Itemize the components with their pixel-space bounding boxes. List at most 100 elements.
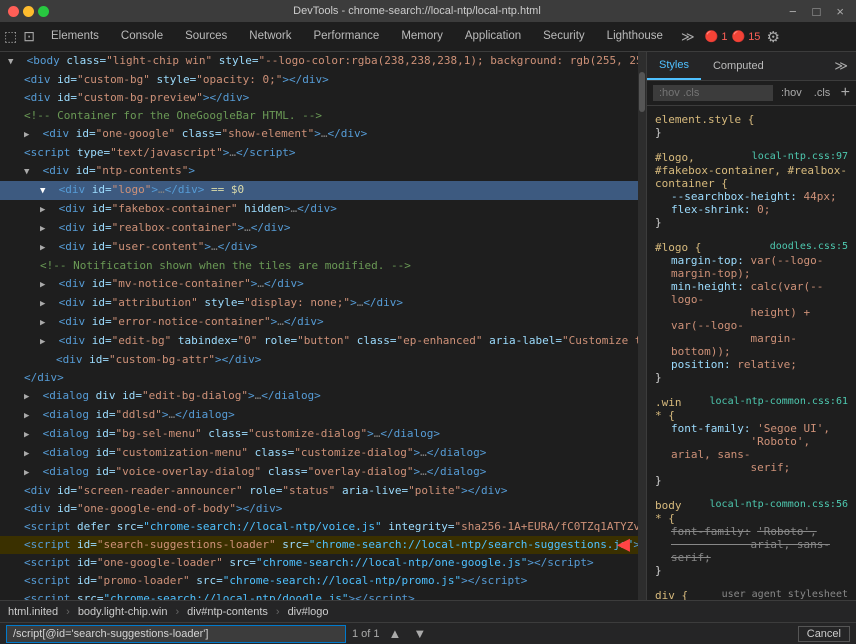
breadcrumb-body[interactable]: body.light-chip.win [78, 606, 168, 618]
code-line-23[interactable]: ▶ <dialog id="voice-overlay-dialog" clas… [0, 463, 638, 482]
code-line-21[interactable]: ▶ <dialog id="bg-sel-menu" class="custom… [0, 425, 638, 444]
code-scrollbar[interactable] [638, 52, 646, 600]
expand-arrow[interactable]: ▶ [40, 296, 52, 312]
code-line-4[interactable]: <!-- Container for the OneGoogleBar HTML… [0, 107, 638, 125]
expand-arrow[interactable]: ▼ [40, 183, 52, 199]
expand-arrow[interactable]: ▶ [24, 465, 36, 481]
scroll-thumb[interactable] [639, 72, 645, 112]
style-close: } [655, 126, 848, 139]
code-line-19[interactable]: ▶ <dialog div id="edit-bg-dialog">…</dia… [0, 387, 638, 406]
expand-arrow[interactable]: ▶ [40, 221, 52, 237]
main-wrapper: ▼ <body class="light-chip win" style="--… [0, 52, 856, 644]
expand-arrow[interactable]: ▶ [40, 240, 52, 256]
expand-arrow[interactable]: ▶ [24, 408, 36, 424]
code-line-9[interactable]: ▶ <div id="fakebox-container" hidden>…</… [0, 200, 638, 219]
code-line-15[interactable]: ▶ <div id="error-notice-container">…</di… [0, 313, 638, 332]
breadcrumb-html[interactable]: html.inited [8, 606, 58, 618]
expand-arrow[interactable]: ▶ [40, 202, 52, 218]
code-line-29[interactable]: <script id="promo-loader" src="chrome-se… [0, 572, 638, 590]
expand-arrow[interactable]: ▶ [24, 389, 36, 405]
code-line-26[interactable]: <script defer src="chrome-search://local… [0, 518, 638, 536]
styles-filter-input[interactable] [653, 85, 773, 101]
style-selector-3: container { [655, 177, 848, 190]
cls-button[interactable]: .cls [810, 85, 835, 101]
expand-arrow[interactable]: ▶ [24, 127, 36, 143]
tab-styles[interactable]: Styles [647, 52, 701, 80]
hov-button[interactable]: :hov [777, 85, 806, 101]
code-line-10[interactable]: ▶ <div id="realbox-container">…</div> [0, 219, 638, 238]
maximize-traffic-light[interactable] [38, 6, 49, 17]
code-line-11[interactable]: ▶ <div id="user-content">…</div> [0, 238, 638, 257]
maximize-button[interactable]: □ [809, 4, 825, 19]
tab-security[interactable]: Security [533, 22, 595, 52]
style-block-div-ua: div { user agent stylesheet display: blo… [647, 586, 856, 600]
tab-sources[interactable]: Sources [175, 22, 237, 52]
code-line-5[interactable]: ▶ <div id="one-google" class="show-eleme… [0, 125, 638, 144]
style-selector-win2: * { [655, 409, 848, 422]
error-badge: 🔴 1 🔴 15 [705, 30, 761, 43]
inspect-icon[interactable]: ⬚ [4, 28, 17, 45]
breadcrumb-logo[interactable]: div#logo [288, 606, 329, 618]
minimize-button[interactable]: − [785, 4, 801, 19]
search-input[interactable] [6, 625, 346, 643]
breadcrumb-ntp-contents[interactable]: div#ntp-contents [187, 606, 268, 618]
style-prop-margin-top: margin-top: var(--logo-margin-top); [655, 254, 848, 280]
code-line-12[interactable]: <!-- Notification shown when the tiles a… [0, 257, 638, 275]
code-line-20[interactable]: ▶ <dialog id="ddlsd">…</dialog> [0, 406, 638, 425]
code-line-30[interactable]: <script src="chrome-search://local-ntp/d… [0, 590, 638, 600]
expand-arrow[interactable]: ▼ [8, 54, 20, 70]
search-prev-button[interactable]: ▲ [386, 626, 405, 641]
title-bar: DevTools - chrome-search://local-ntp/loc… [0, 0, 856, 22]
expand-arrow[interactable]: ▼ [24, 164, 36, 180]
tab-console[interactable]: Console [111, 22, 173, 52]
code-line-8[interactable]: ▼ <div id="logo">…</div> == $0 [0, 181, 638, 200]
expand-arrow[interactable]: ▶ [24, 427, 36, 443]
minimize-traffic-light[interactable] [23, 6, 34, 17]
style-close: } [655, 564, 848, 577]
tab-lighthouse[interactable]: Lighthouse [597, 22, 673, 52]
code-line-25[interactable]: <div id="one-google-end-of-body"></div> [0, 500, 638, 518]
code-line-3[interactable]: <div id="custom-bg-preview"></div> [0, 89, 638, 107]
search-cancel-button[interactable]: Cancel [798, 626, 850, 642]
tab-elements[interactable]: Elements [41, 22, 109, 52]
tab-performance[interactable]: Performance [303, 22, 389, 52]
style-selector-body2: * { [655, 512, 848, 525]
code-line-28[interactable]: <script id="one-google-loader" src="chro… [0, 554, 638, 572]
device-icon[interactable]: ⊡ [23, 28, 35, 45]
add-style-button[interactable]: + [841, 84, 850, 102]
expand-arrow[interactable]: ▶ [40, 334, 52, 350]
code-line-27[interactable]: <script id="search-suggestions-loader" s… [0, 536, 638, 554]
tab-memory[interactable]: Memory [391, 22, 453, 52]
code-lines-container[interactable]: ▼ <body class="light-chip win" style="--… [0, 52, 638, 600]
style-prop-flex-shrink: flex-shrink: 0; [655, 203, 848, 216]
code-line-2[interactable]: <div id="custom-bg" style="opacity: 0;">… [0, 71, 638, 89]
styles-tab-overflow[interactable]: ≫ [826, 52, 856, 80]
settings-icon[interactable]: ⚙ [766, 28, 779, 46]
search-bar: 1 of 1 ▲ ▼ Cancel [0, 622, 856, 644]
style-prop-font-family-body: font-family: 'Roboto', arial, sans-serif… [655, 525, 848, 564]
expand-arrow[interactable]: ▶ [40, 315, 52, 331]
styles-content[interactable]: element.style { } #logo, local-ntp.css:9… [647, 106, 856, 600]
code-line-22[interactable]: ▶ <dialog id="customization-menu" class=… [0, 444, 638, 463]
close-traffic-light[interactable] [8, 6, 19, 17]
style-close: } [655, 474, 848, 487]
code-line-16[interactable]: ▶ <div id="edit-bg" tabindex="0" role="b… [0, 332, 638, 351]
code-line-14[interactable]: ▶ <div id="attribution" style="display: … [0, 294, 638, 313]
code-line-1[interactable]: ▼ <body class="light-chip win" style="--… [0, 52, 638, 71]
close-button[interactable]: × [832, 4, 848, 19]
tab-computed[interactable]: Computed [701, 52, 776, 80]
tab-overflow-button[interactable]: ≫ [675, 29, 701, 45]
tab-network[interactable]: Network [239, 22, 301, 52]
code-line-6[interactable]: <script type="text/javascript">…</script… [0, 144, 638, 162]
search-next-button[interactable]: ▼ [410, 626, 429, 641]
code-line-18[interactable]: </div> [0, 369, 638, 387]
style-close: } [655, 371, 848, 384]
expand-arrow[interactable]: ▶ [24, 446, 36, 462]
style-block-body: body local-ntp-common.css:56 * { font-fa… [647, 496, 856, 580]
code-line-17[interactable]: <div id="custom-bg-attr"></div> [0, 351, 638, 369]
code-line-13[interactable]: ▶ <div id="mv-notice-container">…</div> [0, 275, 638, 294]
code-line-7[interactable]: ▼ <div id="ntp-contents"> [0, 162, 638, 181]
tab-application[interactable]: Application [455, 22, 531, 52]
expand-arrow[interactable]: ▶ [40, 277, 52, 293]
code-line-24[interactable]: <div id="screen-reader-announcer" role="… [0, 482, 638, 500]
